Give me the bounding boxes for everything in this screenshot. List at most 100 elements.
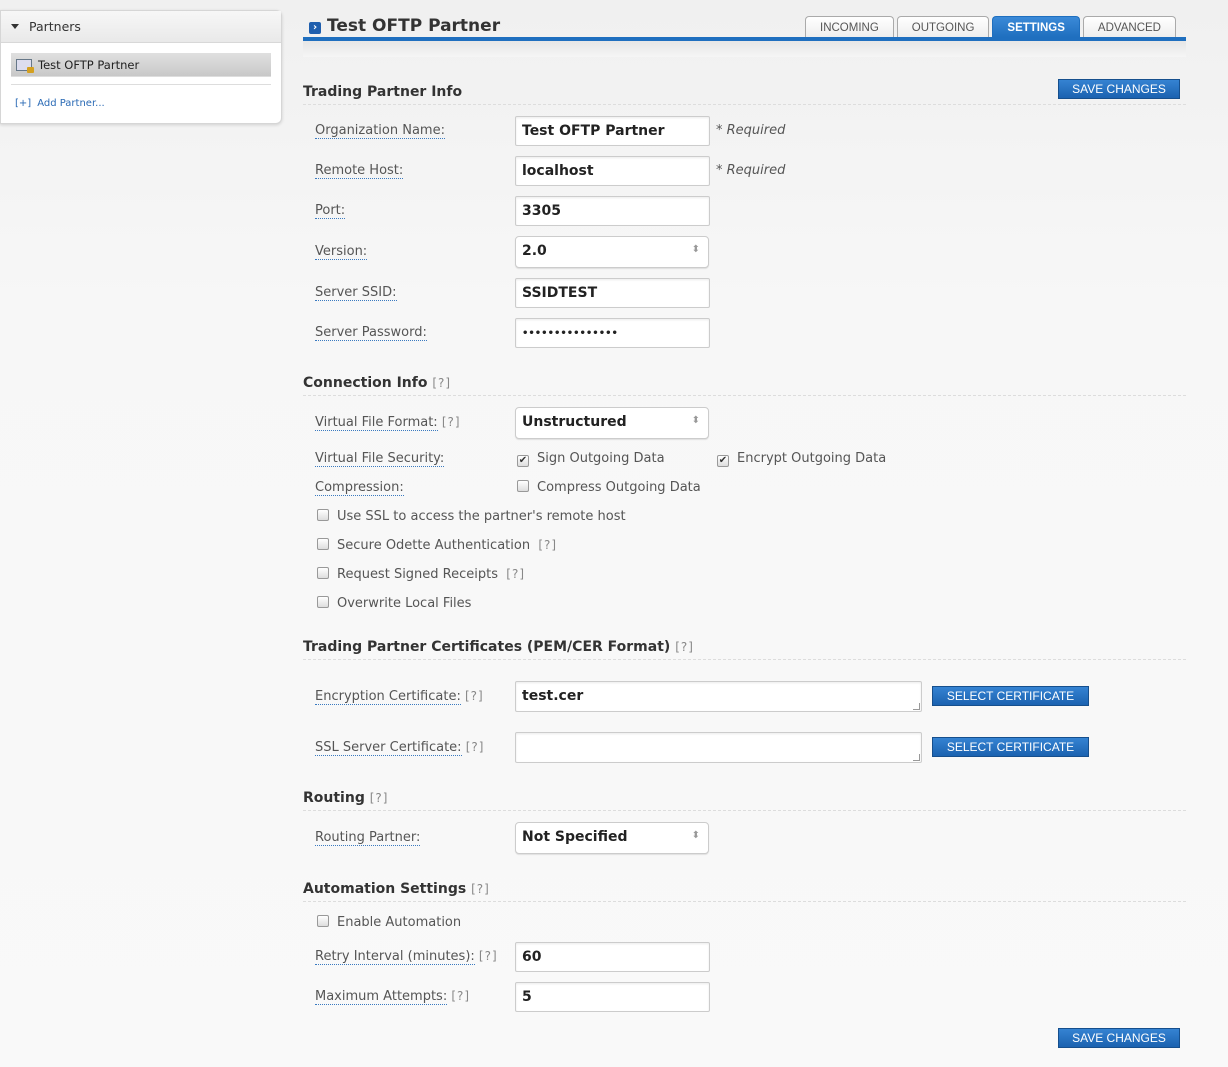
compress-outgoing-checkbox[interactable]: Compress Outgoing Data xyxy=(517,480,701,495)
enable-automation-checkbox[interactable]: Enable Automation xyxy=(317,915,461,930)
maximum-attempts-input[interactable]: 5 xyxy=(515,982,710,1012)
help-link[interactable]: [?] xyxy=(466,740,485,754)
checkbox-icon xyxy=(317,915,329,927)
version-label-text: Version: xyxy=(315,244,368,260)
section-title: Trading Partner Certificates (PEM/CER Fo… xyxy=(303,639,671,655)
partner-certificate-icon xyxy=(16,59,34,73)
checkbox-label: Encrypt Outgoing Data xyxy=(737,451,887,466)
checkbox-icon xyxy=(317,509,329,521)
tab-settings[interactable]: SETTINGS xyxy=(992,16,1080,37)
retry-label-text: Retry Interval (minutes): xyxy=(315,949,475,965)
organization-name-input[interactable]: Test OFTP Partner xyxy=(515,116,710,146)
encrypt-outgoing-checkbox[interactable]: ✔ Encrypt Outgoing Data xyxy=(717,451,886,467)
partners-title: Partners xyxy=(29,19,81,34)
tab-advanced[interactable]: ADVANCED xyxy=(1082,16,1176,37)
ssl-cert-label-text: SSL Server Certificate: xyxy=(315,740,462,756)
help-link[interactable]: [?] xyxy=(506,567,525,581)
virtual-file-format-select[interactable]: Unstructured xyxy=(515,407,709,439)
section-automation: Automation Settings [?] xyxy=(303,881,1186,902)
org-label-text: Organization Name: xyxy=(315,123,445,139)
secure-odette-auth-checkbox[interactable]: Secure Odette Authentication [?] xyxy=(317,538,557,553)
select-encryption-certificate-button[interactable]: SELECT CERTIFICATE xyxy=(932,686,1089,706)
save-changes-button-bottom[interactable]: SAVE CHANGES xyxy=(1058,1028,1180,1048)
checkbox-checked-icon: ✔ xyxy=(717,455,729,467)
ssid-label-text: Server SSID: xyxy=(315,285,397,301)
help-link[interactable]: [?] xyxy=(538,538,557,552)
password-label: Server Password: xyxy=(315,325,427,341)
header-shade xyxy=(303,41,1186,57)
section-title: Routing xyxy=(303,790,365,806)
tab-incoming[interactable]: INCOMING xyxy=(805,16,894,37)
collapse-icon xyxy=(11,24,19,29)
partners-panel: Partners Test OFTP Partner [+] Add Partne… xyxy=(0,10,282,124)
partner-item[interactable]: Test OFTP Partner xyxy=(11,53,271,77)
checkbox-label: Use SSL to access the partner's remote h… xyxy=(337,509,626,524)
overwrite-local-files-checkbox[interactable]: Overwrite Local Files xyxy=(317,596,471,611)
host-label-text: Remote Host: xyxy=(315,163,404,179)
routing-partner-select[interactable]: Not Specified xyxy=(515,822,709,854)
server-ssid-input[interactable]: SSIDTEST xyxy=(515,278,710,308)
section-title: Trading Partner Info xyxy=(303,84,463,100)
encryption-certificate-field[interactable]: test.cer xyxy=(515,681,922,712)
section-trading-partner-info: Trading Partner Info xyxy=(303,84,1186,105)
remote-host-input[interactable]: localhost xyxy=(515,156,710,186)
version-value: 2.0 xyxy=(522,243,547,259)
compression-label: Compression: xyxy=(315,480,404,496)
checkbox-label: Overwrite Local Files xyxy=(337,596,472,611)
host-label: Remote Host: xyxy=(315,163,404,179)
page-title: › Test OFTP Partner xyxy=(309,16,500,36)
help-link[interactable]: [?] xyxy=(432,376,451,390)
compression-label-text: Compression: xyxy=(315,480,404,496)
vff-label: Virtual File Format: [?] xyxy=(315,415,461,431)
checkbox-icon xyxy=(317,567,329,579)
vfs-label-text: Virtual File Security: xyxy=(315,451,445,467)
help-link[interactable]: [?] xyxy=(451,989,470,1003)
port-label: Port: xyxy=(315,203,346,219)
use-ssl-checkbox[interactable]: Use SSL to access the partner's remote h… xyxy=(317,509,626,524)
retry-interval-input[interactable]: 60 xyxy=(515,942,710,972)
required-note: * Required xyxy=(716,123,786,138)
help-link[interactable]: [?] xyxy=(442,415,461,429)
checkbox-label: Enable Automation xyxy=(337,915,462,930)
help-link[interactable]: [?] xyxy=(675,640,694,654)
required-note: * Required xyxy=(716,163,786,178)
request-signed-receipts-checkbox[interactable]: Request Signed Receipts [?] xyxy=(317,567,525,582)
checkbox-checked-icon: ✔ xyxy=(517,455,529,467)
page-title-text: Test OFTP Partner xyxy=(327,16,501,36)
checkbox-icon xyxy=(517,480,529,492)
port-input[interactable]: 3305 xyxy=(515,196,710,226)
checkbox-icon xyxy=(317,538,329,550)
port-label-text: Port: xyxy=(315,203,346,219)
partners-header[interactable]: Partners xyxy=(1,11,281,43)
tab-outgoing[interactable]: OUTGOING xyxy=(896,16,990,37)
help-link[interactable]: [?] xyxy=(465,689,484,703)
section-title: Connection Info xyxy=(303,375,428,391)
tab-bar: INCOMING OUTGOING SETTINGS ADVANCED xyxy=(805,16,1176,37)
help-link[interactable]: [?] xyxy=(479,949,498,963)
checkbox-label: Request Signed Receipts xyxy=(337,567,499,582)
org-label: Organization Name: xyxy=(315,123,445,139)
routing-partner-label: Routing Partner: xyxy=(315,830,421,846)
server-password-input[interactable]: ••••••••••••••• xyxy=(515,318,710,348)
help-link[interactable]: [?] xyxy=(471,882,490,896)
ssl-server-certificate-field[interactable] xyxy=(515,732,922,763)
add-partner-label: Add Partner... xyxy=(37,98,105,109)
version-label: Version: xyxy=(315,244,368,260)
vfs-label: Virtual File Security: xyxy=(315,451,445,467)
chevron-right-icon: › xyxy=(309,22,321,34)
checkbox-label: Compress Outgoing Data xyxy=(537,480,701,495)
help-link[interactable]: [?] xyxy=(370,791,389,805)
section-certificates: Trading Partner Certificates (PEM/CER Fo… xyxy=(303,639,1186,660)
section-connection-info: Connection Info [?] xyxy=(303,375,1186,396)
enc-cert-label-text: Encryption Certificate: xyxy=(315,689,461,705)
checkbox-icon xyxy=(317,596,329,608)
checkbox-label: Secure Odette Authentication xyxy=(337,538,531,553)
checkbox-label: Sign Outgoing Data xyxy=(537,451,665,466)
add-partner-link[interactable]: [+] Add Partner... xyxy=(1,85,281,109)
version-select[interactable]: 2.0 xyxy=(515,236,709,268)
section-routing: Routing [?] xyxy=(303,790,1186,811)
max-attempts-label-text: Maximum Attempts: xyxy=(315,989,448,1005)
sign-outgoing-checkbox[interactable]: ✔ Sign Outgoing Data xyxy=(517,451,665,467)
ssid-label: Server SSID: xyxy=(315,285,397,301)
select-ssl-certificate-button[interactable]: SELECT CERTIFICATE xyxy=(932,737,1089,757)
